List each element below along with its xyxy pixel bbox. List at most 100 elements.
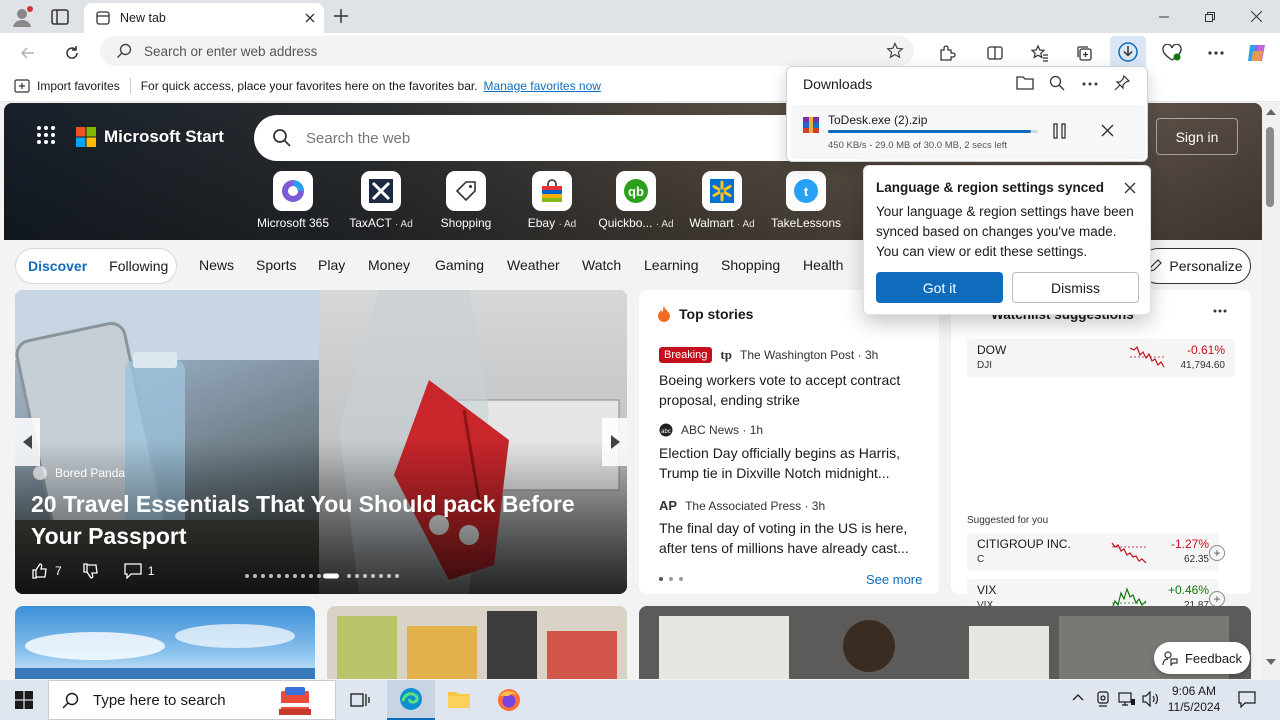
download-item[interactable]: ToDesk.exe (2).zip 450 KB/s - 29.0 MB of…: [791, 105, 1145, 159]
taskbar-search-input[interactable]: Type here to search: [93, 692, 226, 709]
nav-item-weather[interactable]: Weather: [507, 257, 560, 273]
web-search-box[interactable]: Search the web: [254, 115, 814, 161]
notifications-icon[interactable]: [1238, 691, 1256, 708]
story-headline[interactable]: The final day of voting in the US is her…: [659, 518, 921, 558]
back-button[interactable]: [14, 39, 42, 67]
nav-item-sports[interactable]: Sports: [256, 257, 296, 273]
tab-actions-icon[interactable]: [50, 7, 70, 27]
tab-discover[interactable]: Discover: [28, 258, 87, 274]
thumbs-up-icon[interactable]: [31, 562, 49, 580]
quick-link-ebay[interactable]: Ebay · Ad: [509, 171, 595, 230]
tab-new-tab[interactable]: New tab: [84, 3, 324, 33]
nav-item-gaming[interactable]: Gaming: [435, 257, 484, 273]
volume-icon[interactable]: [1142, 691, 1160, 707]
source-name: The Associated Press: [685, 498, 802, 513]
quick-link-takelessons[interactable]: t TakeLessons: [763, 171, 849, 230]
address-bar[interactable]: Search or enter web address: [100, 36, 914, 66]
open-folder-icon[interactable]: [1016, 75, 1034, 91]
task-view-icon[interactable]: [336, 680, 384, 720]
nav-item-watch[interactable]: Watch: [582, 257, 621, 273]
search-downloads-icon[interactable]: [1049, 75, 1065, 91]
downloads-more-icon[interactable]: [1082, 82, 1098, 86]
browser-essentials-icon[interactable]: [1158, 39, 1186, 67]
network-icon[interactable]: [1118, 691, 1136, 707]
edge-taskbar-icon[interactable]: [387, 680, 435, 720]
personalize-button[interactable]: Personalize: [1140, 248, 1251, 284]
quick-link-walmart[interactable]: Walmart · Ad: [679, 171, 765, 230]
split-screen-icon[interactable]: [981, 39, 1009, 67]
scroll-down-icon[interactable]: [1266, 659, 1276, 665]
nav-item-news[interactable]: News: [199, 257, 234, 273]
refresh-button[interactable]: [58, 39, 86, 67]
pause-download-icon[interactable]: [1052, 123, 1068, 139]
quick-link-taxact[interactable]: TaxACT · Ad: [338, 171, 424, 230]
taskbar-search-box[interactable]: Type here to search: [48, 680, 336, 720]
tab-following[interactable]: Following: [109, 258, 168, 274]
copilot-icon[interactable]: [1243, 39, 1271, 67]
news-card-image-sky[interactable]: [15, 606, 315, 679]
close-window-button[interactable]: [1233, 0, 1279, 33]
nav-item-learning[interactable]: Learning: [644, 257, 699, 273]
carousel-prev-button[interactable]: [15, 418, 40, 466]
nav-item-money[interactable]: Money: [368, 257, 410, 273]
dismiss-button[interactable]: Dismiss: [1012, 272, 1139, 303]
more-menu-icon[interactable]: [1202, 39, 1230, 67]
extensions-icon[interactable]: [933, 39, 961, 67]
sign-in-button[interactable]: Sign in: [1156, 118, 1238, 155]
minimize-button[interactable]: [1141, 0, 1187, 33]
quick-link-shopping[interactable]: Shopping: [423, 171, 509, 230]
carousel-headline[interactable]: 20 Travel Essentials That You Should pac…: [31, 488, 591, 552]
download-file-name[interactable]: ToDesk.exe (2).zip: [828, 113, 927, 127]
maximize-button[interactable]: [1187, 0, 1233, 33]
profile-icon[interactable]: [10, 5, 34, 29]
stock-row-citigroup[interactable]: CITIGROUP INC. C -1.27% 62.35: [967, 533, 1219, 571]
page-scrollbar[interactable]: [1262, 103, 1280, 679]
file-explorer-icon[interactable]: [435, 680, 483, 720]
news-card-image-art[interactable]: [327, 606, 627, 679]
new-tab-button[interactable]: [332, 7, 350, 25]
app-launcher-icon[interactable]: [36, 125, 56, 145]
carousel-page-dots[interactable]: [243, 572, 403, 580]
stock-row-dow[interactable]: DOW DJI -0.61% 41,794.60: [967, 339, 1235, 377]
web-search-input[interactable]: Search the web: [306, 130, 410, 147]
system-clock[interactable]: 9:06 AM 11/5/2024: [1164, 683, 1224, 715]
comment-icon[interactable]: [124, 563, 142, 579]
more-options-icon[interactable]: [1213, 309, 1227, 313]
quick-link-label: Ebay: [527, 216, 556, 230]
story-headline[interactable]: Boeing workers vote to accept contract p…: [659, 370, 921, 410]
feedback-button[interactable]: Feedback: [1154, 642, 1250, 674]
add-to-watchlist-button[interactable]: +: [1209, 591, 1225, 607]
scroll-up-icon[interactable]: [1266, 109, 1276, 115]
address-input[interactable]: Search or enter web address: [144, 44, 886, 59]
firefox-icon[interactable]: [485, 680, 533, 720]
close-popup-icon[interactable]: [1124, 182, 1136, 194]
quick-link-microsoft-365[interactable]: Microsoft 365: [250, 171, 336, 230]
collections-icon[interactable]: [1070, 39, 1098, 67]
nav-item-shopping[interactable]: Shopping: [721, 257, 780, 273]
add-to-watchlist-button[interactable]: +: [1209, 545, 1225, 561]
scrollbar-thumb[interactable]: [1266, 127, 1274, 207]
favorites-icon[interactable]: [1026, 39, 1054, 67]
start-button[interactable]: [0, 680, 48, 720]
nav-item-play[interactable]: Play: [318, 257, 345, 273]
thumbs-down-icon[interactable]: [82, 562, 100, 580]
favorite-star-icon[interactable]: [886, 42, 904, 60]
downloads-flyout: Downloads ToDesk.exe (2).zip 450 KB/s - …: [786, 66, 1148, 162]
close-tab-icon[interactable]: [296, 4, 324, 32]
see-more-link[interactable]: See more: [866, 572, 922, 587]
nav-item-health[interactable]: Health: [803, 257, 843, 273]
downloads-button[interactable]: [1110, 36, 1146, 68]
manage-favorites-link[interactable]: Manage favorites now: [484, 79, 601, 93]
got-it-button[interactable]: Got it: [876, 272, 1003, 303]
cancel-download-icon[interactable]: [1101, 124, 1114, 137]
story-headline[interactable]: Election Day officially begins as Harris…: [659, 443, 921, 483]
featured-carousel[interactable]: Bored Panda 20 Travel Essentials That Yo…: [15, 290, 627, 594]
pin-icon[interactable]: [1114, 75, 1130, 91]
carousel-next-button[interactable]: [602, 418, 627, 466]
quick-link-quickbooks[interactable]: qb Quickbo... · Ad: [593, 171, 679, 230]
microsoft-start-logo[interactable]: Microsoft Start: [76, 127, 224, 147]
story-page-dots[interactable]: [659, 577, 683, 581]
meet-now-icon[interactable]: [1095, 691, 1111, 707]
show-hidden-icons[interactable]: [1072, 693, 1084, 701]
import-favorites-button[interactable]: Import favorites: [14, 79, 120, 93]
